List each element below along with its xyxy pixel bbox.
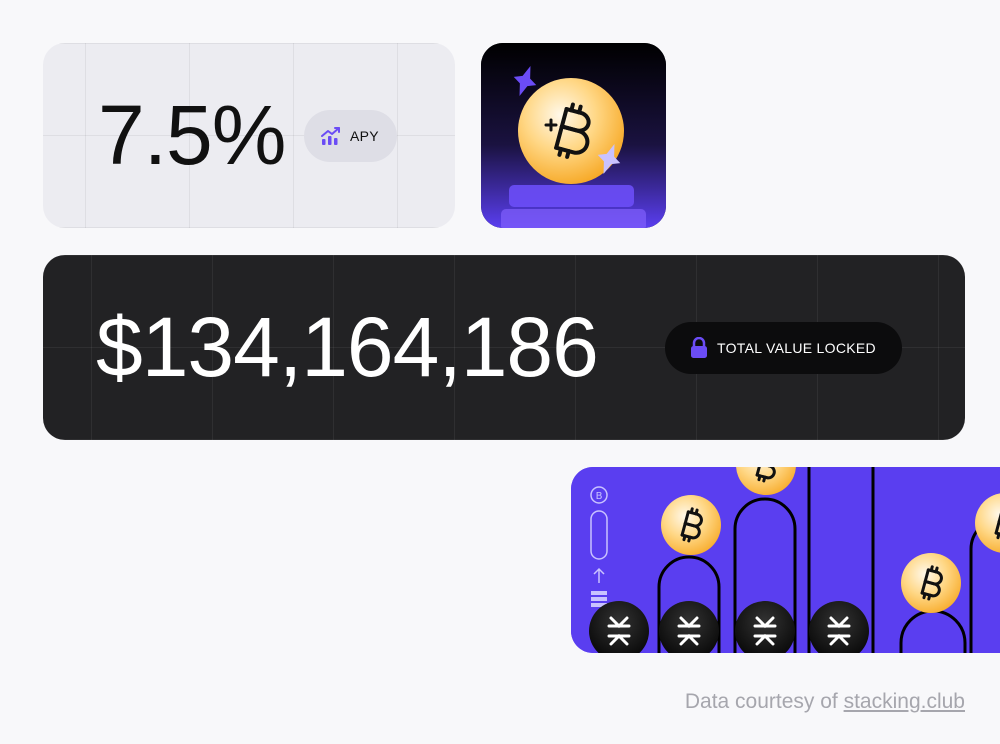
svg-text:B: B xyxy=(596,491,603,502)
tvl-badge: TOTAL VALUE LOCKED xyxy=(665,322,902,374)
tvl-card: $134,164,186 TOTAL VALUE LOCKED xyxy=(43,255,965,440)
lock-icon xyxy=(689,337,709,359)
apy-badge: APY xyxy=(304,110,397,162)
attribution-prefix: Data courtesy of xyxy=(684,690,838,713)
bitcoin-illustration-card xyxy=(481,43,666,228)
bitcoin-coin-icon xyxy=(481,43,666,228)
data-attribution: Data courtesy of stacking.club xyxy=(685,690,965,714)
chart-trending-up-icon xyxy=(320,126,342,146)
apy-value: 7.5% xyxy=(98,88,286,182)
stacking-illustration: B xyxy=(571,467,1000,653)
stacking-club-link[interactable]: stacking.club xyxy=(844,690,965,713)
stacking-illustration-graphic: B xyxy=(571,467,1000,653)
tvl-value: $134,164,186 xyxy=(96,300,599,394)
tvl-label: TOTAL VALUE LOCKED xyxy=(717,340,876,356)
apy-card: 7.5% APY xyxy=(43,43,455,228)
apy-label: APY xyxy=(350,128,379,144)
